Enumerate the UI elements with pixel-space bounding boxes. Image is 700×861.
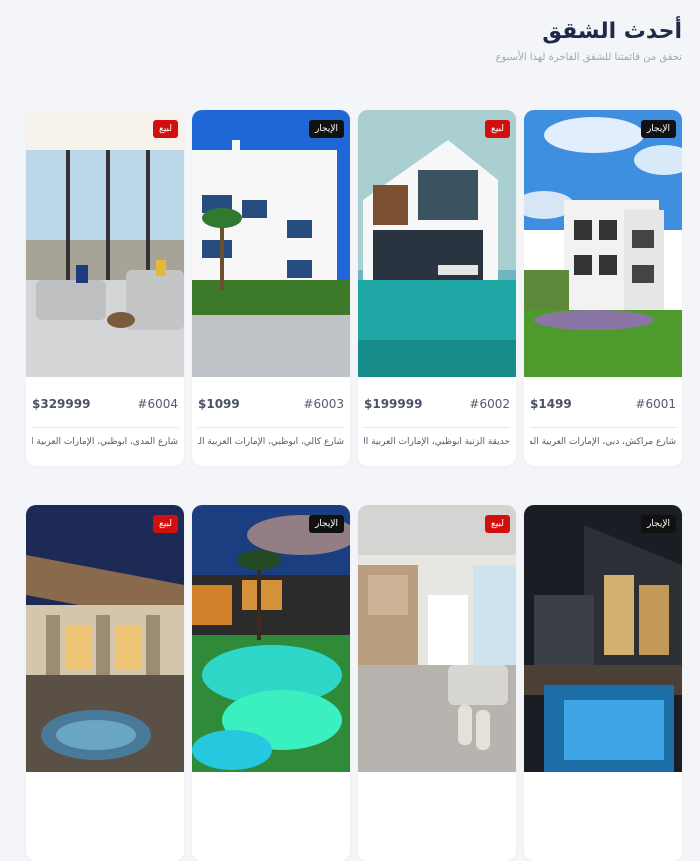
listing-card[interactable]: الإيجار	[524, 505, 682, 861]
listing-card[interactable]: لبيع	[26, 505, 184, 861]
listing-card[interactable]: الإيجار	[192, 505, 350, 861]
listing-address: شارع مراكش، دبي، الإمارات العربية المتحد…	[530, 437, 676, 447]
page-subtitle: تحقق من قائمتنا للشقق الفاخرة لهذا الأسب…	[495, 52, 682, 63]
listing-photo[interactable]	[26, 505, 184, 772]
listing-address: شارع المدى، أبوظبي، الإمارات العربية الم…	[32, 437, 178, 447]
listing-badge: لبيع	[485, 515, 510, 533]
listing-id: #6001	[635, 397, 676, 411]
listing-card-6002[interactable]: لبيع #6002 $199999 حديقة الزنبة أبوظبي، …	[358, 110, 516, 466]
listing-photo[interactable]	[192, 110, 350, 377]
listing-badge: الإيجار	[308, 120, 344, 138]
listing-photo[interactable]	[358, 505, 516, 772]
listing-id: #6003	[303, 397, 344, 411]
listing-price: $1099	[198, 397, 240, 411]
listing-id: #6002	[469, 397, 510, 411]
listing-price: $1499	[530, 397, 572, 411]
listing-photo[interactable]	[26, 110, 184, 377]
listing-card[interactable]: لبيع	[358, 505, 516, 861]
listing-badge: لبيع	[153, 120, 178, 138]
listing-badge: الإيجار	[308, 515, 344, 533]
listing-card-6004[interactable]: لبيع #6004 $329999 شارع المدى، أبوظبي، ا…	[26, 110, 184, 466]
listing-address: حديقة الزنبة أبوظبي، الإمارات العربية ال…	[364, 437, 510, 447]
listing-badge: لبيع	[153, 515, 178, 533]
listing-id: #6004	[137, 397, 178, 411]
listing-card-6001[interactable]: الإيجار #6001 $1499 شارع مراكش، دبي، الإ…	[524, 110, 682, 466]
listing-badge: لبيع	[485, 120, 510, 138]
listing-address: شارع كالي، أبوظبي، الإمارات العربية المت…	[198, 437, 344, 447]
listing-photo[interactable]	[358, 110, 516, 377]
listing-photo[interactable]	[524, 110, 682, 377]
listing-photo[interactable]	[192, 505, 350, 772]
listing-price: $199999	[364, 397, 423, 411]
section-header: أحدث الشقق تحقق من قائمتنا للشقق الفاخرة…	[496, 14, 682, 63]
listing-price: $329999	[32, 397, 91, 411]
listing-photo[interactable]	[524, 505, 682, 772]
listing-badge: الإيجار	[640, 120, 676, 138]
page-title: أحدث الشقق	[542, 19, 682, 44]
listing-badge: الإيجار	[640, 515, 676, 533]
listing-card-6003[interactable]: الإيجار #6003 $1099 شارع كالي، أبوظبي، ا…	[192, 110, 350, 466]
